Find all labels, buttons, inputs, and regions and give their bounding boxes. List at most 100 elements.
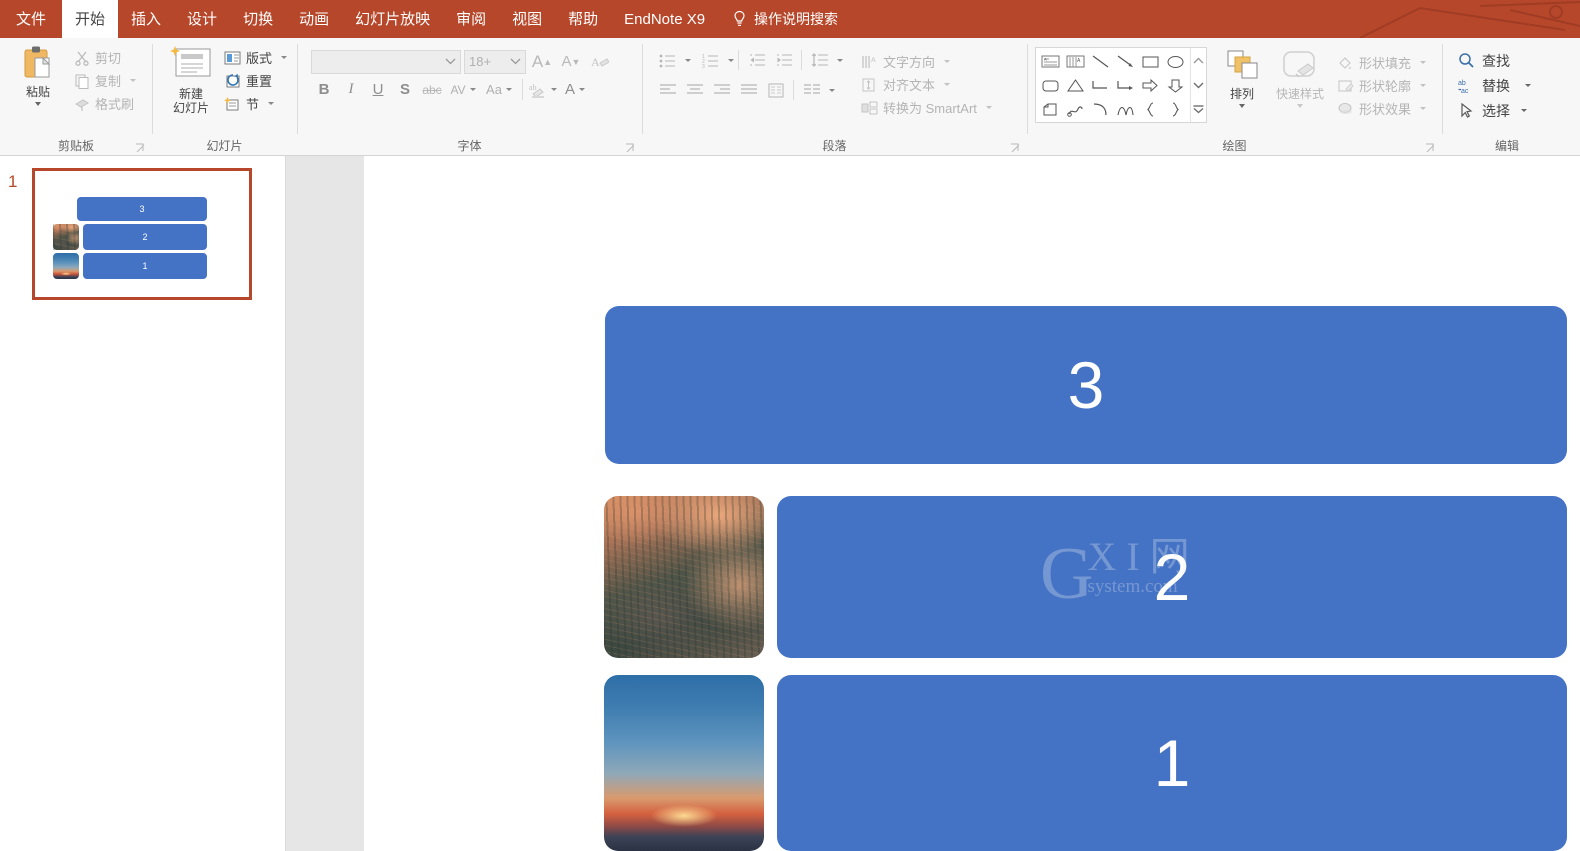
section-dropdown-caret[interactable] xyxy=(268,102,274,105)
arrange-caret[interactable] xyxy=(1239,104,1245,108)
shape-vertical-textbox[interactable]: A xyxy=(1063,49,1088,73)
shape-rectangle[interactable] xyxy=(1138,49,1163,73)
slide-thumbnail-panel[interactable]: 1 3 2 1 xyxy=(0,156,286,851)
tell-me-search[interactable]: 操作说明搜索 xyxy=(718,0,838,38)
font-dialog-launcher[interactable] xyxy=(625,143,636,154)
shapes-gallery[interactable]: A A xyxy=(1035,47,1207,123)
copy-dropdown-caret[interactable] xyxy=(130,79,137,82)
line-spacing-caret[interactable] xyxy=(837,58,843,62)
drawing-dialog-launcher[interactable] xyxy=(1425,143,1436,154)
font-size-input[interactable]: 18+ xyxy=(464,49,526,74)
shape-arrow[interactable] xyxy=(1113,49,1138,73)
text-highlight-caret[interactable] xyxy=(551,88,557,91)
slide-shape-3[interactable]: 3 xyxy=(605,306,1567,464)
select-button[interactable]: 选择 xyxy=(1452,98,1537,123)
text-shadow-button[interactable]: S xyxy=(392,77,418,102)
format-painter-button[interactable]: 格式刷 xyxy=(70,92,140,115)
slide-shape-1[interactable]: 1 xyxy=(777,675,1567,851)
shapes-more-button[interactable] xyxy=(1192,98,1206,120)
change-case-button[interactable]: Aa xyxy=(481,77,517,102)
slide-image-sunset[interactable] xyxy=(604,675,764,851)
text-direction-caret[interactable] xyxy=(944,60,951,63)
shapes-gallery-scrollbar[interactable] xyxy=(1190,48,1206,122)
shapes-scroll-up-button[interactable] xyxy=(1192,50,1206,72)
smartart-caret[interactable] xyxy=(985,106,992,109)
paragraph-dialog-launcher[interactable] xyxy=(1010,143,1021,154)
align-center-button[interactable] xyxy=(681,78,708,102)
text-columns-caret[interactable] xyxy=(829,88,835,92)
shape-triangle[interactable] xyxy=(1063,73,1088,97)
shape-arc[interactable] xyxy=(1113,97,1138,121)
font-name-chevron-down-icon[interactable] xyxy=(445,58,456,65)
shape-fill-caret[interactable] xyxy=(1420,61,1427,64)
shape-fill-button[interactable]: 形状填充 xyxy=(1333,51,1430,74)
tab-review[interactable]: 审阅 xyxy=(443,0,499,38)
slide-image-forest[interactable] xyxy=(604,496,764,658)
shape-right-arrow[interactable] xyxy=(1138,73,1163,97)
shape-outline-button[interactable]: 形状轮廓 xyxy=(1333,74,1430,97)
layout-dropdown-caret[interactable] xyxy=(281,56,287,59)
align-text-button[interactable]: 对齐文本 xyxy=(857,73,996,96)
shape-oval[interactable] xyxy=(1163,49,1188,73)
select-caret[interactable] xyxy=(1521,109,1527,112)
decrease-font-size-button[interactable]: A ▼ xyxy=(558,49,584,74)
tab-view[interactable]: 视图 xyxy=(499,0,555,38)
italic-button[interactable]: I xyxy=(338,77,364,102)
shape-scribble[interactable] xyxy=(1063,97,1088,121)
tab-file[interactable]: 文件 xyxy=(0,0,62,38)
line-spacing-button[interactable] xyxy=(806,48,833,72)
layout-button[interactable]: 版式 xyxy=(220,46,291,69)
shape-left-brace[interactable] xyxy=(1138,97,1163,121)
increase-font-size-button[interactable]: A ▲ xyxy=(529,49,555,74)
shape-down-arrow[interactable] xyxy=(1163,73,1188,97)
text-columns-button[interactable] xyxy=(798,78,825,102)
tab-home[interactable]: 开始 xyxy=(62,0,119,38)
align-left-button[interactable] xyxy=(654,78,681,102)
numbering-caret[interactable] xyxy=(728,58,734,62)
justify-button[interactable] xyxy=(735,78,762,102)
quick-styles-caret[interactable] xyxy=(1297,104,1303,108)
slide-thumbnail-item-1[interactable]: 1 3 2 1 xyxy=(0,168,285,300)
shape-right-brace[interactable] xyxy=(1163,97,1188,121)
copy-button[interactable]: 复制 xyxy=(70,69,140,92)
find-button[interactable]: 查找 xyxy=(1452,48,1537,73)
text-highlight-color-button[interactable]: ab xyxy=(528,77,558,102)
replace-button[interactable]: ab ac 替换 xyxy=(1452,73,1537,98)
tab-animations[interactable]: 动画 xyxy=(286,0,342,38)
convert-to-smartart-button[interactable]: 转换为 SmartArt xyxy=(857,96,996,119)
bold-button[interactable]: B xyxy=(311,77,337,102)
shape-elbow-connector[interactable] xyxy=(1088,73,1113,97)
clear-formatting-button[interactable]: A xyxy=(587,49,613,74)
tab-insert[interactable]: 插入 xyxy=(118,0,174,38)
clipboard-dialog-launcher[interactable] xyxy=(135,143,146,154)
font-name-input[interactable] xyxy=(311,49,461,74)
strikethrough-button[interactable]: abc xyxy=(419,77,445,102)
slide-thumbnail-1[interactable]: 3 2 1 xyxy=(32,168,252,300)
font-color-caret[interactable] xyxy=(579,88,585,91)
shape-line[interactable] xyxy=(1088,49,1113,73)
bullets-caret[interactable] xyxy=(685,58,691,62)
font-size-chevron-down-icon[interactable] xyxy=(510,58,521,65)
shape-effects-button[interactable]: 形状效果 xyxy=(1333,97,1430,120)
shape-outline-caret[interactable] xyxy=(1420,84,1427,87)
shape-freeform[interactable] xyxy=(1038,97,1063,121)
shape-rounded-rectangle[interactable] xyxy=(1038,73,1063,97)
shape-curve[interactable] xyxy=(1088,97,1113,121)
underline-button[interactable]: U xyxy=(365,77,391,102)
quick-styles-button[interactable]: 快速样式 xyxy=(1269,47,1331,108)
cut-button[interactable]: 剪切 xyxy=(70,46,140,69)
tab-transitions[interactable]: 切换 xyxy=(230,0,286,38)
increase-indent-button[interactable] xyxy=(770,48,797,72)
align-text-caret[interactable] xyxy=(944,83,951,86)
reset-button[interactable]: 重置 xyxy=(220,69,291,92)
slide-editing-area[interactable]: 3 2 1 G X I 网 system.com xyxy=(364,156,1580,851)
slide-canvas[interactable]: 3 2 1 G X I 网 system.com xyxy=(364,156,1580,851)
shape-elbow-arrow-connector[interactable] xyxy=(1113,73,1138,97)
tab-slideshow[interactable]: 幻灯片放映 xyxy=(342,0,443,38)
arrange-button[interactable]: 排列 xyxy=(1215,47,1269,108)
slide-shape-2[interactable]: 2 xyxy=(777,496,1567,658)
numbering-button[interactable]: 123 xyxy=(697,48,724,72)
align-right-button[interactable] xyxy=(708,78,735,102)
change-case-caret[interactable] xyxy=(505,88,512,91)
character-spacing-caret[interactable] xyxy=(469,88,476,91)
